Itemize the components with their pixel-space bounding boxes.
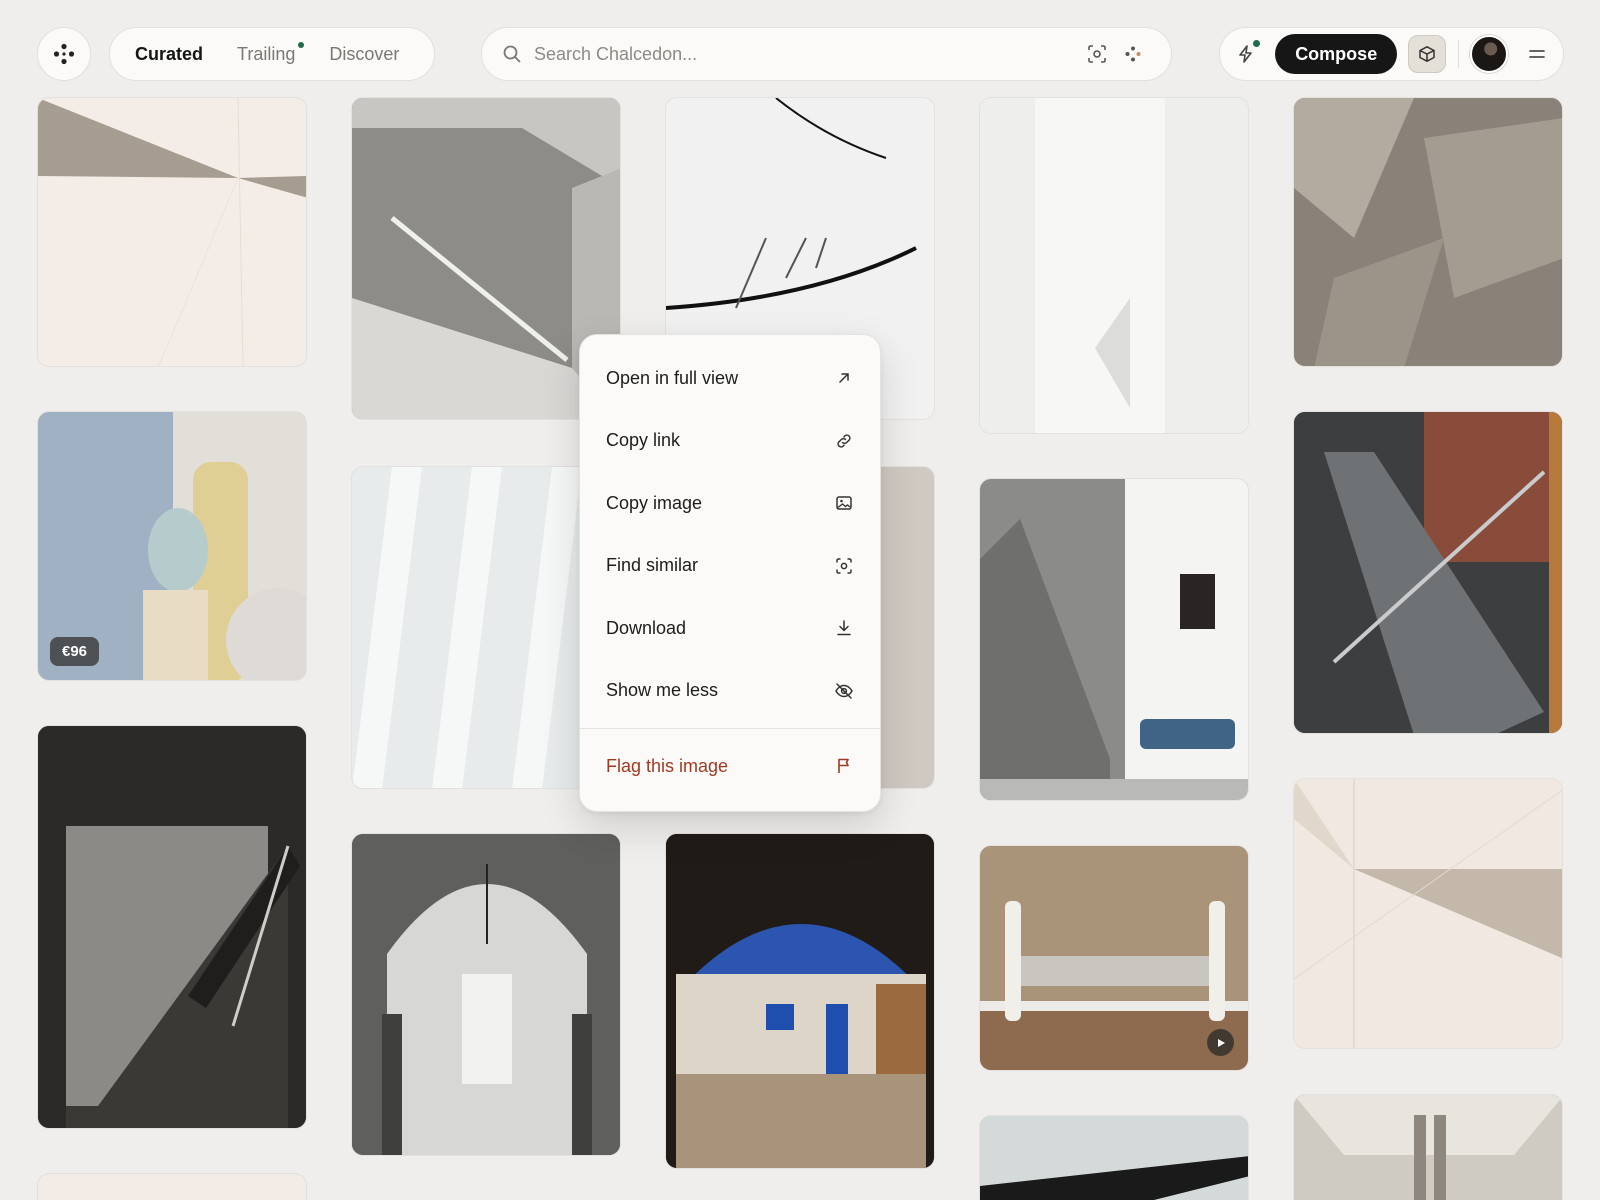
menu-divider xyxy=(580,728,880,729)
tab-label: Trailing xyxy=(237,43,296,64)
menu-item-copy-image[interactable]: Copy image xyxy=(580,472,880,535)
price-text: €96 xyxy=(62,643,88,660)
compose-label: Compose xyxy=(1295,43,1378,64)
tab-label: Discover xyxy=(329,43,400,64)
adobe-house-arch-image xyxy=(666,834,934,1168)
outdoor-staircase-image xyxy=(1294,412,1562,733)
play-icon xyxy=(1217,1038,1225,1047)
image-tile[interactable] xyxy=(37,1173,307,1200)
tab-trailing[interactable]: Trailing xyxy=(220,34,312,74)
archway-staircase-image xyxy=(352,834,620,1155)
activity-button[interactable] xyxy=(1228,36,1264,72)
menu-button[interactable] xyxy=(1519,36,1555,72)
crumpled-fabric-image xyxy=(1294,98,1562,366)
stairwell-bench-image xyxy=(980,479,1248,800)
feed-tabs: Curated Trailing Discover xyxy=(109,27,435,81)
cube-icon xyxy=(1419,46,1436,62)
menu-item-label: Open in full view xyxy=(606,367,739,388)
notification-dot xyxy=(1253,40,1260,47)
white-wall-image xyxy=(980,98,1248,433)
flag-icon xyxy=(834,756,854,776)
image-tile[interactable] xyxy=(351,833,621,1156)
menu-item-label: Copy link xyxy=(606,430,681,451)
tab-curated[interactable]: Curated xyxy=(118,34,220,74)
folded-paper-star-image xyxy=(1294,779,1562,1048)
search-input[interactable] xyxy=(534,43,1079,65)
eye-off-icon xyxy=(834,681,854,701)
divider xyxy=(1457,40,1459,68)
user-avatar[interactable] xyxy=(1469,35,1508,73)
menu-item-flag-image[interactable]: Flag this image xyxy=(580,735,880,798)
lightning-icon xyxy=(1239,45,1252,63)
ai-search-button[interactable] xyxy=(1115,36,1151,72)
image-tile[interactable] xyxy=(665,833,935,1169)
image-tile[interactable]: €96 xyxy=(37,411,307,681)
arrow-up-right-icon xyxy=(834,368,854,388)
new-indicator-dot xyxy=(298,42,305,48)
search-bar xyxy=(481,27,1172,81)
compose-button[interactable]: Compose xyxy=(1275,34,1398,74)
menu-item-show-me-less[interactable]: Show me less xyxy=(580,660,880,723)
image-tile[interactable] xyxy=(1293,778,1563,1049)
tab-discover[interactable]: Discover xyxy=(312,34,416,74)
image-tile[interactable] xyxy=(979,97,1249,434)
image-tile[interactable] xyxy=(979,478,1249,801)
image-context-menu: Open in full view Copy link Copy image F… xyxy=(579,334,881,812)
scan-icon xyxy=(1088,45,1106,63)
collections-button[interactable] xyxy=(1408,35,1447,73)
concrete-stairs-image xyxy=(38,726,306,1128)
gallery-ceiling-image xyxy=(1294,1095,1562,1200)
menu-item-label: Download xyxy=(606,617,687,638)
menu-item-label: Copy image xyxy=(606,492,703,513)
play-video-button[interactable] xyxy=(1207,1029,1234,1056)
search-icon xyxy=(503,45,521,63)
image-tile[interactable] xyxy=(1293,97,1563,367)
menu-item-label: Show me less xyxy=(606,680,719,701)
image-tile[interactable] xyxy=(37,725,307,1129)
header-actions: Compose xyxy=(1219,27,1564,81)
menu-item-find-similar[interactable]: Find similar xyxy=(580,535,880,598)
hamburger-icon xyxy=(1529,50,1545,58)
scan-icon xyxy=(834,556,854,576)
image-tile[interactable] xyxy=(1293,1094,1563,1200)
price-badge: €96 xyxy=(50,637,100,666)
menu-item-label: Flag this image xyxy=(606,755,729,776)
tab-label: Curated xyxy=(135,43,204,64)
image-tile[interactable] xyxy=(1293,411,1563,734)
menu-item-open-full-view[interactable]: Open in full view xyxy=(580,347,880,410)
ceiling-beam-image xyxy=(980,1116,1248,1200)
app-logo-button[interactable] xyxy=(37,27,91,81)
image-tile[interactable] xyxy=(979,845,1249,1071)
image-tile[interactable] xyxy=(37,97,307,367)
logo-icon xyxy=(53,43,75,65)
menu-item-label: Find similar xyxy=(606,555,699,576)
image-tile[interactable] xyxy=(979,1115,1249,1200)
menu-item-copy-link[interactable]: Copy link xyxy=(580,410,880,473)
download-icon xyxy=(834,618,854,638)
link-icon xyxy=(834,431,854,451)
sparkle-dots-icon xyxy=(1125,46,1141,62)
folded-paper-image xyxy=(38,98,306,366)
image-icon xyxy=(834,493,854,513)
menu-item-download[interactable]: Download xyxy=(580,597,880,660)
visual-search-button[interactable] xyxy=(1079,36,1115,72)
